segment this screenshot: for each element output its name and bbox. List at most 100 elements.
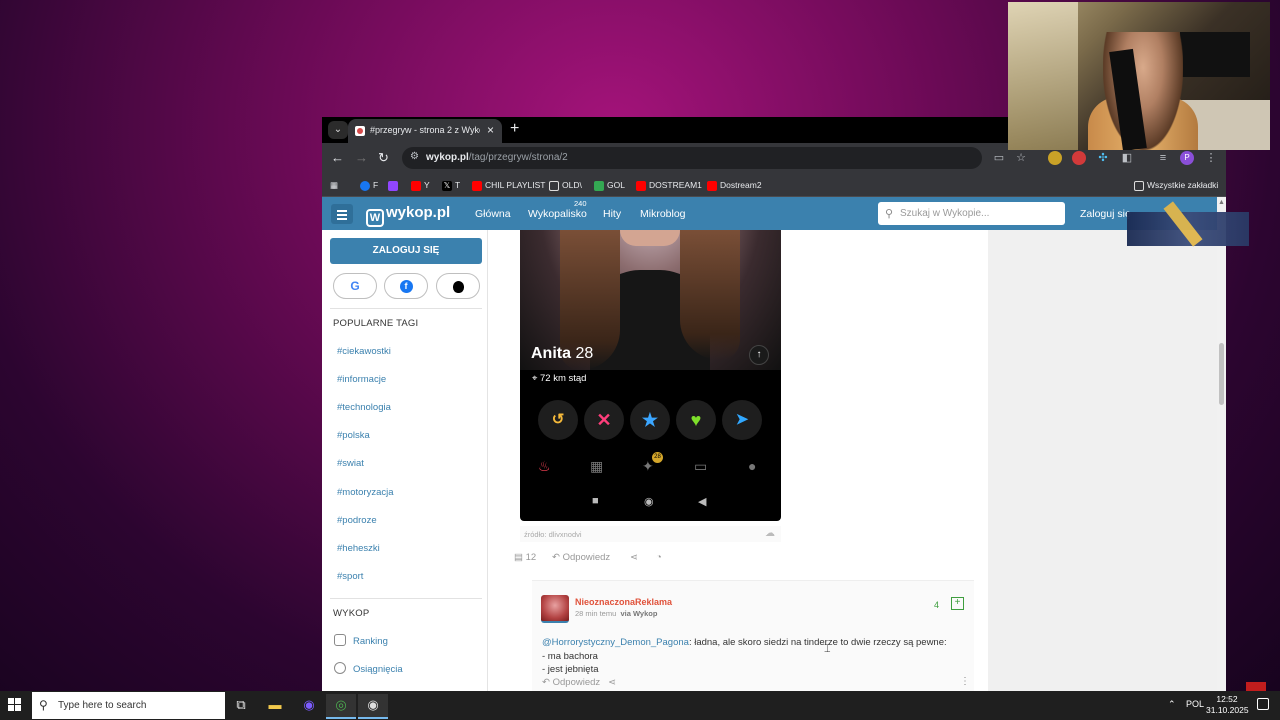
browser-menu-icon[interactable]: ⋮ — [1204, 151, 1218, 165]
ranking-link[interactable]: Ranking — [334, 634, 388, 647]
google-login-button[interactable]: G — [333, 273, 377, 299]
bookmark-item[interactable]: GOL — [594, 178, 625, 192]
share-icon[interactable]: ⋖ — [630, 552, 638, 563]
task-view-icon[interactable]: ⧉ — [226, 694, 256, 719]
facebook-login-button[interactable]: f — [384, 273, 428, 299]
gol-icon — [594, 180, 604, 191]
nav-mikroblog[interactable]: Mikroblog — [640, 208, 686, 220]
taskbar-search-input[interactable] — [58, 698, 218, 713]
all-bookmarks[interactable]: Wszystkie zakładki — [1134, 178, 1218, 192]
tag-link[interactable]: #podroze — [337, 515, 377, 526]
active-tab[interactable]: #przegryw - strona 2 z Wykop × — [348, 119, 502, 143]
obs-icon[interactable]: ◉ — [358, 694, 388, 719]
tag-link[interactable]: #heheszki — [337, 543, 380, 554]
avatar[interactable] — [541, 595, 569, 623]
apple-icon — [452, 280, 464, 293]
webcam-window — [1008, 2, 1078, 150]
media-control-icon[interactable]: ≡ — [1156, 151, 1170, 165]
youtube-icon — [472, 180, 482, 191]
file-explorer-icon[interactable]: ▬ — [260, 694, 290, 719]
youtube-icon — [411, 180, 421, 191]
nav-glowna[interactable]: Główna — [475, 208, 511, 220]
reply-icon: ↶ — [552, 552, 560, 563]
extension-icon[interactable]: ✣ — [1096, 151, 1110, 165]
more-options-icon[interactable]: ⋮ — [960, 676, 970, 687]
bookmark-item[interactable] — [388, 178, 401, 192]
tinder-profile-name: Anita 28 — [531, 345, 594, 362]
scroll-thumb[interactable] — [1219, 343, 1224, 405]
back-triangle-icon: ◀ — [698, 496, 707, 508]
achievements-link[interactable]: Osiągnięcia — [334, 662, 403, 675]
language-indicator[interactable]: POL — [1186, 699, 1204, 709]
back-icon[interactable]: ← — [331, 150, 344, 166]
nav-wykopalisko[interactable]: Wykopalisko — [528, 208, 587, 220]
tag-link[interactable]: #motoryzacja — [337, 487, 394, 498]
forward-icon[interactable]: → — [355, 150, 368, 166]
nav-hity[interactable]: Hity — [603, 208, 621, 220]
reload-icon[interactable]: ↻ — [378, 150, 389, 166]
header-login-link[interactable]: Zaloguj się — [1080, 208, 1131, 220]
tag-link[interactable]: #informacje — [337, 374, 386, 385]
comment-username[interactable]: NieoznaczonaReklama — [575, 597, 672, 607]
extensions-puzzle-icon[interactable]: ◧ — [1120, 151, 1134, 165]
app-icon[interactable]: ◉ — [294, 694, 324, 719]
profile-avatar[interactable]: P — [1180, 151, 1194, 165]
share-icon[interactable]: ⋖ — [608, 677, 616, 688]
address-bar[interactable]: ⚙ wykop.pl/tag/przegryw/strona/2 — [402, 147, 982, 169]
comments-button[interactable]: ▤ 12 — [514, 552, 536, 563]
reply-button[interactable]: ↶ Odpowiedz — [542, 677, 600, 688]
bookmark-folder[interactable]: OLD\ — [549, 178, 582, 192]
hamburger-menu-icon[interactable] — [331, 204, 353, 224]
tab-close-icon[interactable]: × — [487, 123, 494, 137]
tag-link[interactable]: #sport — [337, 571, 363, 582]
wykop-favicon-icon — [355, 126, 365, 136]
folder-icon — [1134, 180, 1144, 191]
tray-chevron-icon[interactable]: ⌃ — [1168, 699, 1176, 710]
cloud-download-icon[interactable]: ☁ — [765, 528, 775, 539]
bookmark-item[interactable]: F — [360, 178, 378, 192]
tag-link[interactable]: #swiat — [337, 458, 364, 469]
mention-link[interactable]: @Horrorystyczny_Demon_Pagona — [542, 637, 689, 648]
bookmark-item[interactable]: Dostream2 — [707, 178, 762, 192]
tinder-distance: ⌖ 72 km stąd — [532, 373, 587, 384]
extension-icon[interactable] — [1072, 151, 1086, 165]
apps-grid-icon[interactable]: ▦ — [330, 178, 338, 192]
bookmark-item[interactable]: Y — [411, 178, 430, 192]
tag-link[interactable]: #ciekawostki — [337, 346, 391, 357]
comment-meta: 28 min temu via Wykop — [575, 609, 658, 618]
wykop-logo[interactable]: Wwykop.pl — [366, 204, 450, 227]
explore-icon: ▦ — [590, 458, 604, 474]
clock[interactable]: 12:52 31.10.2025 — [1206, 694, 1249, 716]
bookmark-item[interactable]: 𝕏T — [442, 178, 460, 192]
observe-icon[interactable]: ◔ — [656, 552, 662, 563]
site-info-icon[interactable]: ⚙ — [410, 151, 419, 162]
facebook-icon — [360, 180, 370, 191]
cast-icon[interactable]: ▭ — [992, 151, 1006, 165]
taskbar-search[interactable]: ⚲ — [32, 692, 225, 719]
bookmark-item[interactable]: DOSTREAM1 — [636, 178, 702, 192]
tag-link[interactable]: #technologia — [337, 402, 391, 413]
chrome-icon[interactable]: ◎ — [326, 694, 356, 719]
apple-login-button[interactable] — [436, 273, 480, 299]
notifications-icon[interactable] — [1257, 698, 1269, 710]
reply-button[interactable]: ↶ Odpowiedz — [552, 552, 610, 563]
bookmark-item[interactable]: CHIL PLAYLIST — [472, 178, 545, 192]
mouse-cursor-icon: ⌶ — [824, 643, 831, 655]
scroll-up-icon[interactable]: ▲ — [1218, 199, 1225, 206]
login-button[interactable]: ZALOGUJ SIĘ — [330, 238, 482, 264]
tab-search-icon[interactable]: ⌄ — [328, 121, 348, 139]
site-search[interactable]: ⚲ — [878, 202, 1065, 225]
windows-start-icon[interactable] — [8, 698, 22, 712]
extension-icon[interactable] — [1048, 151, 1062, 165]
search-input[interactable] — [900, 206, 1060, 221]
scrollbar[interactable]: ▲ — [1217, 197, 1226, 692]
vote-plus-icon[interactable]: + — [951, 597, 964, 610]
bookmark-star-icon[interactable]: ☆ — [1014, 151, 1028, 165]
tag-link[interactable]: #polska — [337, 430, 370, 441]
home-circle-icon: ◉ — [644, 496, 654, 508]
x-icon: 𝕏 — [442, 180, 452, 191]
search-icon: ⚲ — [885, 208, 894, 220]
folder-icon — [549, 180, 559, 191]
post-image[interactable]: Anita 28 ↑ ⌖ 72 km stąd ↺ ✕ ★ ♥ ➤ ♨ ▦ ✦ 2… — [520, 230, 781, 521]
new-tab-icon[interactable]: + — [510, 120, 519, 138]
